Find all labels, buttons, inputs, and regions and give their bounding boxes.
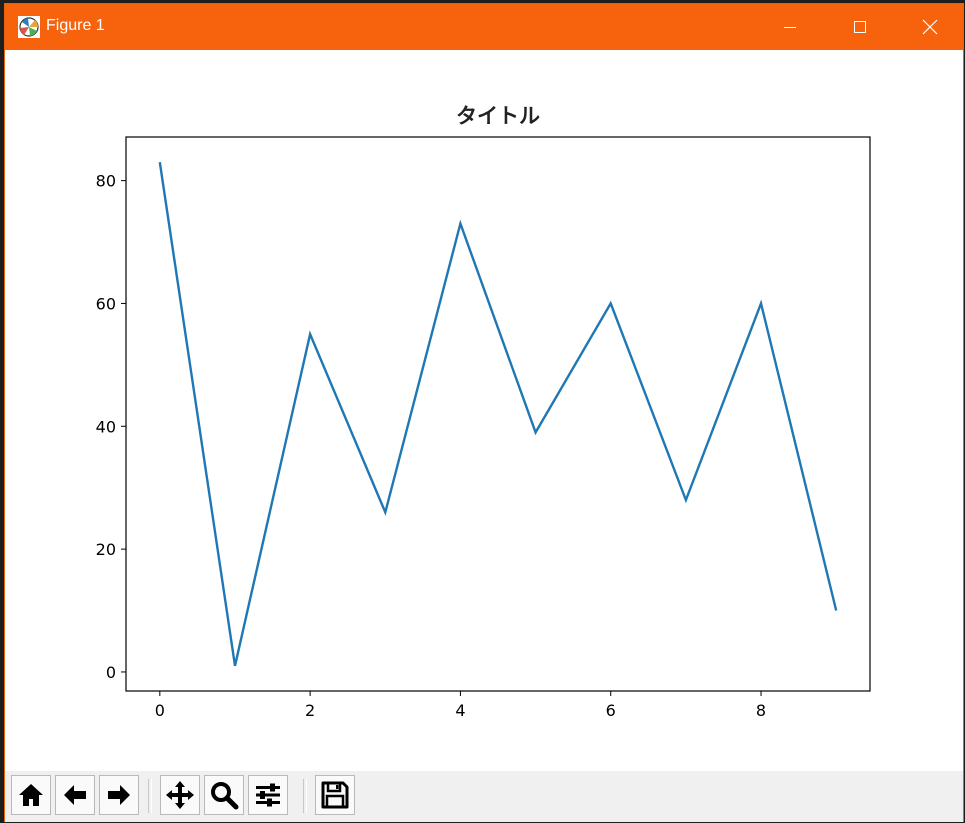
home-icon	[19, 784, 43, 806]
x-tick-label: 8	[756, 701, 766, 720]
toolbar-separator	[303, 779, 307, 813]
home-button[interactable]	[11, 775, 51, 815]
close-button[interactable]	[895, 4, 965, 50]
chart-title: タイトル	[456, 104, 540, 128]
window-title: Figure 1	[46, 17, 105, 34]
line-chart: タイトル0 2 4 6 8020406080	[96, 104, 871, 720]
forward-button[interactable]	[99, 775, 139, 815]
series-line	[158, 162, 838, 667]
x-tick-label: 6	[606, 701, 616, 720]
save-icon	[321, 781, 349, 809]
matplotlib-figure-icon	[18, 16, 40, 38]
maximize-icon	[854, 21, 866, 33]
y-tick-label: 80	[96, 172, 116, 191]
figure-window: Figure 1 タイトル 0 2 4 6 8 0 20 40 60 80	[4, 3, 964, 822]
axes-frame	[125, 136, 871, 692]
back-button[interactable]	[55, 775, 95, 815]
search-icon	[211, 782, 239, 810]
title-bar[interactable]: Figure 1	[5, 4, 963, 50]
minimize-icon	[784, 27, 796, 28]
y-tick-label: 20	[96, 540, 116, 559]
x-tick-label: 0	[155, 701, 165, 720]
configure-subplots-button[interactable]	[248, 775, 288, 815]
y-tick-label: 40	[96, 417, 116, 436]
arrow-left-icon	[64, 785, 86, 805]
arrow-right-icon	[108, 785, 130, 805]
navigation-toolbar	[5, 771, 963, 822]
zoom-button[interactable]	[204, 775, 244, 815]
pan-button[interactable]	[160, 775, 200, 815]
figure-canvas[interactable]: タイトル 0 2 4 6 8 0 20 40 60 80	[5, 50, 963, 771]
y-tick-label: 0	[106, 663, 116, 682]
y-tick-label: 60	[96, 294, 116, 313]
x-tick-label: 2	[305, 701, 315, 720]
minimize-button[interactable]	[755, 4, 825, 50]
x-tick-label: 4	[455, 701, 465, 720]
maximize-button[interactable]	[825, 4, 895, 50]
move-icon	[166, 781, 194, 809]
toolbar-separator	[148, 779, 152, 813]
save-button[interactable]	[315, 775, 355, 815]
close-icon	[922, 19, 938, 35]
sliders-icon	[256, 783, 280, 807]
